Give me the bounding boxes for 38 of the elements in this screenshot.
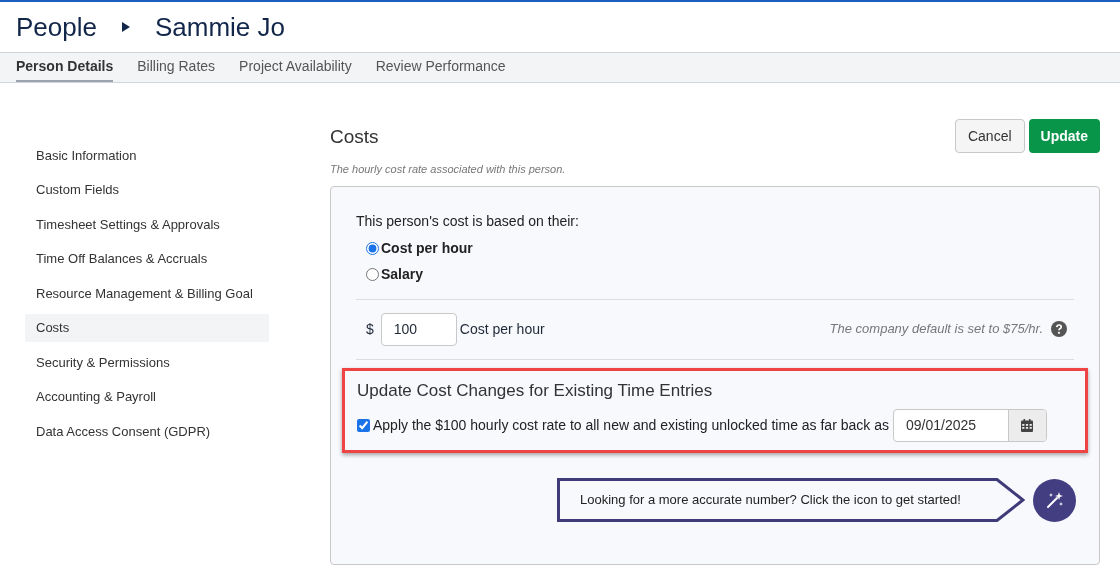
calendar-icon <box>1021 419 1034 432</box>
update-button[interactable]: Update <box>1028 119 1100 153</box>
rate-unit: Cost per hour <box>459 319 545 339</box>
basis-prompt: This person's cost is based on their: <box>356 211 580 231</box>
sidebar-item[interactable]: Time Off Balances & Accruals <box>25 244 269 273</box>
tab[interactable]: Billing Rates <box>137 53 216 82</box>
tab[interactable]: Project Availability <box>239 53 352 82</box>
sidebar-item[interactable]: Data Access Consent (GDPR) <box>25 417 269 446</box>
radio-button[interactable] <box>366 241 379 255</box>
hint-callout: Looking for a more accurate number? Click the icon to get started! <box>557 478 1025 522</box>
apply-label: Apply the $100 hourly cost rate to all new and existing unlocked time as far back as <box>373 416 889 435</box>
sidebar-item[interactable]: Timesheet Settings & Approvals <box>25 210 269 239</box>
tab[interactable]: Person Details <box>16 53 114 82</box>
section-title: Costs <box>330 125 379 149</box>
section-subtitle: The hourly cost rate associated with this person. <box>330 162 567 177</box>
apply-checkbox[interactable] <box>357 419 370 432</box>
help-icon[interactable] <box>1051 321 1067 337</box>
update-changes-title: Update Cost Changes for Existing Time Entries <box>357 379 714 402</box>
currency-symbol: $ <box>366 319 374 339</box>
sidebar-item[interactable]: Resource Management & Billing Goal <box>25 279 269 308</box>
magic-wand-icon <box>1044 490 1065 510</box>
radio-label: Salary <box>381 264 424 284</box>
caret-icon <box>120 21 131 33</box>
date-field[interactable]: 09/01/2025 <box>892 409 1047 442</box>
radio-button[interactable] <box>366 267 379 281</box>
magic-wand-button[interactable] <box>1033 478 1076 522</box>
sidebar-item[interactable]: Basic Information <box>25 141 269 170</box>
sidebar-item[interactable]: Costs <box>25 313 269 342</box>
cancel-button[interactable]: Cancel <box>954 119 1025 153</box>
company-default-note: The company default is set to $75/hr. <box>829 320 1043 339</box>
breadcrumb-parent[interactable]: People <box>16 7 97 47</box>
page-title: Sammie Jo <box>154 10 285 44</box>
sidebar-item[interactable]: Accounting & Payroll <box>25 382 269 411</box>
sidebar-item[interactable]: Security & Permissions <box>25 348 269 377</box>
rate-input[interactable]: 100 <box>380 312 457 346</box>
tab[interactable]: Review Performance <box>375 53 506 82</box>
radio-label: Cost per hour <box>381 238 473 258</box>
sidebar-item[interactable]: Custom Fields <box>25 175 269 204</box>
